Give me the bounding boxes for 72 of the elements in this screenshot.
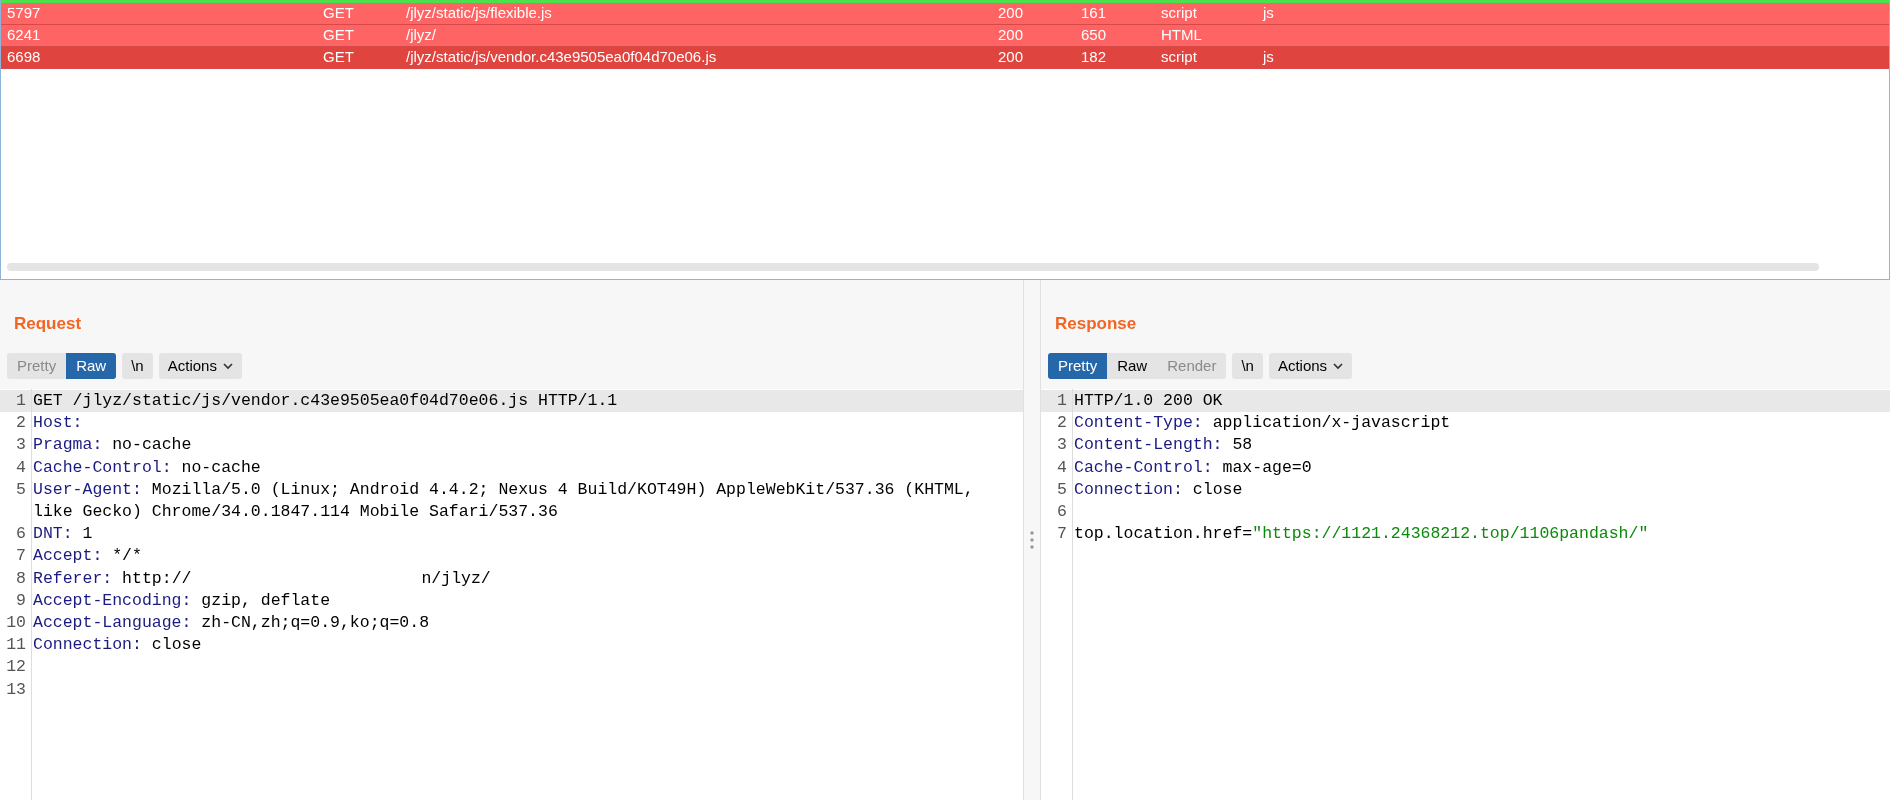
table-cell-text: /jlyz/static/js/vendor.c43e9505ea0f04d70e06.js bbox=[406, 47, 718, 68]
table-cell-text: 182 bbox=[1081, 47, 1108, 68]
code-line: Pragma: no-cache bbox=[33, 434, 192, 457]
table-cell-text: 161 bbox=[1081, 3, 1108, 24]
actions-dropdown[interactable]: Actions bbox=[1268, 353, 1353, 379]
table-cell-text: 6698 bbox=[6, 47, 42, 68]
table-cell-text: /jlyz/ bbox=[406, 25, 437, 46]
line-number: 5 bbox=[1056, 478, 1068, 501]
newline-toggle[interactable]: \n bbox=[122, 353, 153, 379]
code-line: top.location.href="https://1121.24368212.top/1106pandash/" bbox=[1074, 524, 1649, 544]
line-number: 11 bbox=[5, 634, 27, 657]
table-cell-text: script bbox=[1161, 47, 1198, 68]
code-line: GET /jlyz/static/js/vendor.c43e9505ea0f04d70e06.js HTTP/1.1 bbox=[33, 391, 618, 410]
line-number: 7 bbox=[15, 545, 27, 568]
code-line: Content-Type: application/x-javascript bbox=[1074, 412, 1451, 435]
table-cell-text: 200 bbox=[998, 47, 1025, 68]
table-cell-text: 650 bbox=[1081, 25, 1108, 46]
code-line: Content-Length: 58 bbox=[1074, 434, 1253, 457]
view-tab[interactable]: Raw bbox=[1107, 353, 1158, 379]
line-number: 6 bbox=[1056, 501, 1068, 523]
line-number: 9 bbox=[15, 589, 27, 612]
code-line: n/jlyz/ bbox=[421, 567, 491, 590]
table-cell-text: GET bbox=[323, 47, 355, 68]
line-number: 2 bbox=[1056, 412, 1068, 435]
table-cell-text: script bbox=[1161, 3, 1198, 24]
table-cell-text: 5797 bbox=[6, 3, 42, 24]
code-line: Accept: */* bbox=[33, 545, 142, 568]
newline-toggle[interactable]: \n bbox=[1232, 353, 1263, 379]
table-cell-text: 200 bbox=[998, 3, 1025, 24]
table-cell-text: HTML bbox=[1161, 25, 1203, 46]
line-number: 13 bbox=[5, 678, 27, 701]
line-number: 5 bbox=[15, 478, 27, 501]
pane-title: Response bbox=[1055, 313, 1138, 335]
table-cell-text: GET bbox=[323, 25, 355, 46]
table-cell-text: 200 bbox=[998, 25, 1025, 46]
drag-handle-icon[interactable] bbox=[1030, 531, 1034, 549]
table-cell-text: js bbox=[1263, 3, 1275, 24]
chevron-down-icon bbox=[1333, 362, 1344, 370]
line-number: 4 bbox=[15, 456, 27, 479]
table-cell-text: /jlyz/static/js/flexible.js bbox=[406, 3, 553, 24]
actions-dropdown[interactable]: Actions bbox=[158, 353, 242, 379]
code-line: HTTP/1.0 200 OK bbox=[1074, 391, 1223, 410]
line-number: 3 bbox=[15, 434, 27, 457]
pane-title: Request bbox=[14, 313, 83, 335]
line-number: 7 bbox=[1056, 523, 1068, 546]
view-tab[interactable]: Pretty bbox=[1048, 353, 1108, 379]
code-line: User-Agent: Mozilla/5.0 (Linux; Android 4.4.2; Nexus 4 Build/KOT49H) AppleWebKit/537.36 (KHTML, like Gecko) Chrome/34.0.1847.114 Mobile Safari/537.36 bbox=[33, 478, 975, 523]
code-line: Host: bbox=[33, 412, 83, 435]
line-number: 8 bbox=[15, 567, 27, 590]
line-number: 12 bbox=[5, 656, 27, 679]
code-line: Referer: http:// bbox=[33, 567, 192, 590]
code-line: Connection: close bbox=[1074, 478, 1243, 501]
line-number: 4 bbox=[1056, 456, 1068, 479]
line-number: 10 bbox=[5, 612, 27, 635]
line-number: 1 bbox=[15, 390, 27, 412]
code-line: Accept-Encoding: gzip, deflate bbox=[33, 589, 331, 612]
code-line: DNT: 1 bbox=[33, 523, 93, 546]
code-line: Cache-Control: max-age=0 bbox=[1074, 456, 1312, 479]
table-cell-text: 6241 bbox=[6, 25, 42, 46]
code-line: Connection: close bbox=[33, 634, 202, 657]
history-row[interactable]: 6698 GET /jlyz/static/js/vendor.c43e9505ea0f04d70e06.js 200 182 script js bbox=[1, 47, 1889, 69]
code-line: Accept-Language: zh-CN,zh;q=0.9,ko;q=0.8 bbox=[33, 612, 430, 635]
table-cell-text: js bbox=[1263, 47, 1275, 68]
line-number: 2 bbox=[15, 412, 27, 435]
horizontal-scrollbar[interactable] bbox=[7, 263, 1819, 271]
line-number: 1 bbox=[1056, 390, 1068, 412]
code-line: Cache-Control: no-cache bbox=[33, 456, 261, 479]
view-tab[interactable]: Raw bbox=[66, 353, 117, 379]
chevron-down-icon bbox=[222, 362, 233, 370]
line-number: 3 bbox=[1056, 434, 1068, 457]
line-number: 6 bbox=[15, 523, 27, 546]
table-cell-text: GET bbox=[323, 3, 355, 24]
